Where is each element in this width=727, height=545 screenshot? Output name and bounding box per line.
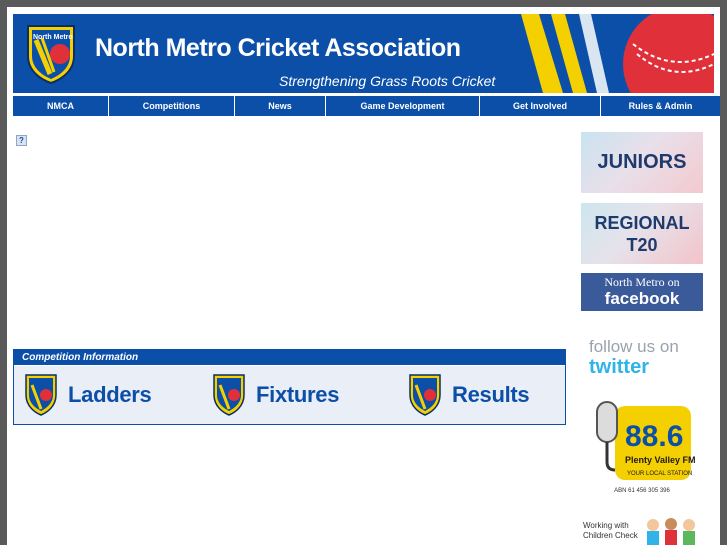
ladders-label: Ladders [68, 382, 152, 407]
site-tagline: Strengthening Grass Roots Cricket [279, 73, 496, 89]
cricket-ball-art-icon [521, 14, 714, 93]
nmca-shield-icon [409, 374, 441, 416]
page: North Metro North Metro Cricket Associat… [7, 7, 720, 545]
regional-label: REGIONAL [594, 212, 690, 233]
radio-microphone-icon: 88.6 Plenty Valley FM YOUR LOCAL STATION [596, 401, 696, 480]
nav-item-news[interactable]: News [235, 96, 326, 116]
ladders-link[interactable]: Ladders [24, 373, 152, 417]
regional-t20-banner[interactable]: REGIONAL T20 [581, 203, 703, 264]
children-illustration-icon [647, 518, 695, 545]
t20-label: T20 [626, 234, 658, 255]
juniors-label: JUNIORS [597, 151, 687, 173]
main-nav: NMCA Competitions News Game Development … [13, 96, 720, 116]
twitter-caption: follow us on [589, 337, 679, 356]
competition-info-panel: Competition Information Ladders Fixtures… [13, 349, 566, 425]
radio-tagline: YOUR LOCAL STATION [627, 471, 692, 477]
juniors-banner[interactable]: JUNIORS [581, 132, 703, 193]
facebook-link[interactable]: North Metro on facebook [581, 273, 703, 311]
competition-info-heading: Competition Information [14, 350, 565, 365]
site-banner[interactable]: North Metro North Metro Cricket Associat… [13, 14, 714, 93]
broken-image-icon: ? [16, 135, 27, 146]
nmca-logo-icon: North Metro [27, 25, 75, 84]
nmca-shield-icon [213, 374, 245, 416]
wwc-text: Working with Children Check [583, 521, 638, 541]
site-title: North Metro Cricket Association [95, 34, 461, 62]
nav-item-nmca[interactable]: NMCA [13, 96, 109, 116]
nmca-shield-icon [25, 374, 57, 416]
radio-station-link[interactable]: 88.6 Plenty Valley FM YOUR LOCAL STATION… [581, 400, 703, 500]
wwc-line1: Working with [583, 521, 629, 530]
twitter-link[interactable]: follow us on twitter [581, 337, 703, 381]
twitter-wordmark: twitter [589, 356, 649, 378]
nav-item-rules-admin[interactable]: Rules & Admin [601, 96, 720, 116]
nav-item-get-involved[interactable]: Get Involved [480, 96, 601, 116]
nav-item-game-development[interactable]: Game Development [326, 96, 480, 116]
fixtures-label: Fixtures [256, 382, 340, 407]
radio-name: Plenty Valley FM [625, 455, 696, 465]
facebook-wordmark: facebook [604, 289, 680, 308]
working-with-children-link[interactable]: Working with Children Check [581, 515, 703, 545]
results-label: Results [452, 382, 530, 407]
fixtures-link[interactable]: Fixtures [212, 373, 339, 417]
nav-item-competitions[interactable]: Competitions [109, 96, 235, 116]
facebook-caption: North Metro on [604, 275, 680, 289]
results-link[interactable]: Results [408, 373, 530, 417]
logo-text: North Metro [33, 34, 73, 41]
radio-abn: ABN 61 456 305 396 [614, 488, 670, 494]
competition-links: Ladders Fixtures Results [14, 366, 565, 424]
wwc-line2: Children Check [583, 531, 638, 540]
radio-frequency: 88.6 [625, 420, 683, 453]
